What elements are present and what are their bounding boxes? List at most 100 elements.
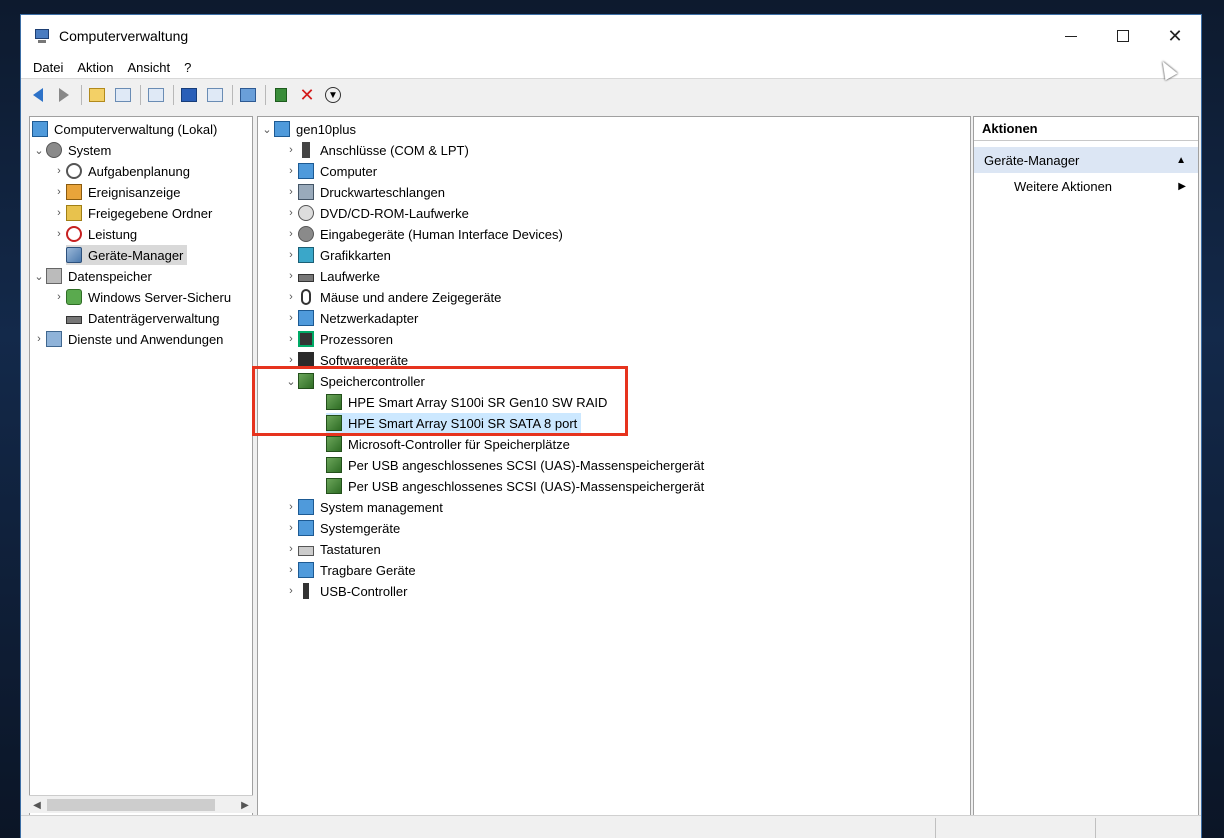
device-category[interactable]: › Tragbare Geräte [284,560,416,580]
help-button[interactable] [178,84,200,106]
tree-item-system[interactable]: ⌄ System [32,140,111,160]
tree-item-device-manager[interactable]: Geräte-Manager [66,245,188,265]
scroll-left-icon[interactable]: ◀ [29,796,45,814]
actions-section-device-manager[interactable]: Geräte-Manager ▲ [974,147,1198,173]
chevron-right-icon[interactable]: › [52,203,66,223]
device-item[interactable]: Microsoft-Controller für Speicherplätze [326,434,570,454]
chevron-right-icon[interactable]: › [284,224,298,244]
chevron-right-icon[interactable]: › [284,497,298,517]
tree-item-storage[interactable]: ⌄ Datenspeicher [32,266,152,286]
chevron-right-icon[interactable]: › [284,329,298,349]
update-driver-button[interactable] [270,84,292,106]
chevron-right-icon[interactable]: › [52,161,66,181]
more-actions-item[interactable]: Weitere Aktionen ▶ [974,175,1198,197]
chevron-right-icon[interactable]: › [284,518,298,538]
device-category[interactable]: › USB-Controller [284,581,407,601]
tree-item-services-apps[interactable]: › Dienste und Anwendungen [32,329,223,349]
show-hide-tree-button[interactable] [112,84,134,106]
action-pane-button[interactable] [204,84,226,106]
maximize-button[interactable] [1097,15,1149,57]
dvd-icon [298,205,314,221]
tree-item-label: Datenträgerverwaltung [88,310,220,326]
menu-ansicht[interactable]: Ansicht [121,60,178,75]
forward-button[interactable] [53,84,75,106]
close-button[interactable]: ✕ [1149,15,1201,57]
tree-item-performance[interactable]: › Leistung [52,224,137,244]
device-item[interactable]: HPE Smart Array S100i SR Gen10 SW RAID [326,392,607,412]
device-category[interactable]: › Tastaturen [284,539,381,559]
device-category[interactable]: › System management [284,497,443,517]
collapse-up-icon[interactable]: ▲ [1176,155,1186,166]
chevron-right-icon[interactable]: › [284,539,298,559]
device-category[interactable]: › Prozessoren [284,329,393,349]
uninstall-device-button[interactable]: ✕ [296,84,318,106]
scroll-right-icon[interactable]: ▶ [237,796,253,814]
chevron-down-icon[interactable]: ⌄ [284,371,298,391]
device-category[interactable]: › Systemgeräte [284,518,400,538]
chevron-down-icon[interactable]: ⌄ [32,140,46,160]
tree-item-label: Tastaturen [320,541,381,557]
up-level-button[interactable] [86,84,108,106]
tree-item-shared-folders[interactable]: › Freigegebene Ordner [52,203,212,223]
chevron-right-icon[interactable]: › [284,161,298,181]
scrollbar-thumb[interactable] [47,799,215,811]
minimize-button[interactable] [1045,15,1097,57]
tree-item-label: Tragbare Geräte [320,562,416,578]
device-category-storage-controllers[interactable]: ⌄ Speichercontroller [284,371,425,391]
chevron-right-icon[interactable]: › [52,287,66,307]
device-category[interactable]: › Netzwerkadapter [284,308,418,328]
scan-hardware-button[interactable] [237,84,259,106]
menu-help[interactable]: ? [177,60,198,75]
device-item-selected[interactable]: HPE Smart Array S100i SR SATA 8 port [326,413,582,433]
chevron-right-icon[interactable]: › [284,245,298,265]
chevron-right-icon[interactable]: › [284,203,298,223]
chevron-right-icon[interactable]: › [284,287,298,307]
monitor-scan-icon [240,88,256,102]
menu-aktion[interactable]: Aktion [70,60,120,75]
title-bar: Computerverwaltung ✕ [21,15,1201,57]
device-category[interactable]: › Mäuse und andere Zeigegeräte [284,287,501,307]
tree-item-task-scheduler[interactable]: › Aufgabenplanung [52,161,190,181]
toolbar-separator [173,85,174,105]
chevron-right-icon[interactable]: › [32,329,46,349]
submenu-arrow-icon: ▶ [1178,180,1186,192]
device-root-node[interactable]: ⌄ gen10plus [260,119,356,139]
status-separator [935,818,936,838]
chevron-down-icon[interactable]: ⌄ [260,119,274,139]
properties-button[interactable] [145,84,167,106]
chevron-right-icon[interactable]: › [284,182,298,202]
device-item[interactable]: Per USB angeschlossenes SCSI (UAS)-Masse… [326,455,704,475]
tree-item-disk-management[interactable]: Datenträgerverwaltung [66,308,220,328]
device-category[interactable]: › Computer [284,161,377,181]
chevron-right-icon[interactable]: › [284,140,298,160]
device-category[interactable]: › DVD/CD-ROM-Laufwerke [284,203,469,223]
computer-management-window: Computerverwaltung ✕ Datei Aktion Ansich… [20,14,1202,838]
back-button[interactable] [27,84,49,106]
device-category[interactable]: › Softwaregeräte [284,350,408,370]
tree-item-windows-backup[interactable]: › Windows Server-Sicheru [52,287,231,307]
tree-item-root[interactable]: Computerverwaltung (Lokal) [32,119,217,139]
help-icon [181,88,197,102]
chevron-right-icon[interactable]: › [52,182,66,202]
chevron-right-icon[interactable]: › [284,266,298,286]
chevron-right-icon[interactable]: › [284,560,298,580]
tree-item-event-viewer[interactable]: › Ereignisanzeige [52,182,181,202]
chevron-right-icon[interactable]: › [284,350,298,370]
chevron-right-icon[interactable]: › [284,581,298,601]
device-category[interactable]: › Grafikkarten [284,245,391,265]
chevron-down-icon[interactable]: ⌄ [32,266,46,286]
chevron-right-icon[interactable]: › [52,224,66,244]
device-category[interactable]: › Eingabegeräte (Human Interface Devices… [284,224,563,244]
device-category[interactable]: › Laufwerke [284,266,380,286]
menu-datei[interactable]: Datei [21,60,70,75]
horizontal-scrollbar[interactable]: ◀ ▶ [29,795,253,813]
device-item[interactable]: Per USB angeschlossenes SCSI (UAS)-Masse… [326,476,704,496]
disable-device-button[interactable]: ▼ [322,84,344,106]
status-bar [21,815,1201,838]
device-category[interactable]: › Anschlüsse (COM & LPT) [284,140,469,160]
device-category[interactable]: › Druckwarteschlangen [284,182,445,202]
console-tree-icon [115,88,131,102]
clock-icon [66,163,82,179]
network-adapter-icon [298,310,314,326]
chevron-right-icon[interactable]: › [284,308,298,328]
